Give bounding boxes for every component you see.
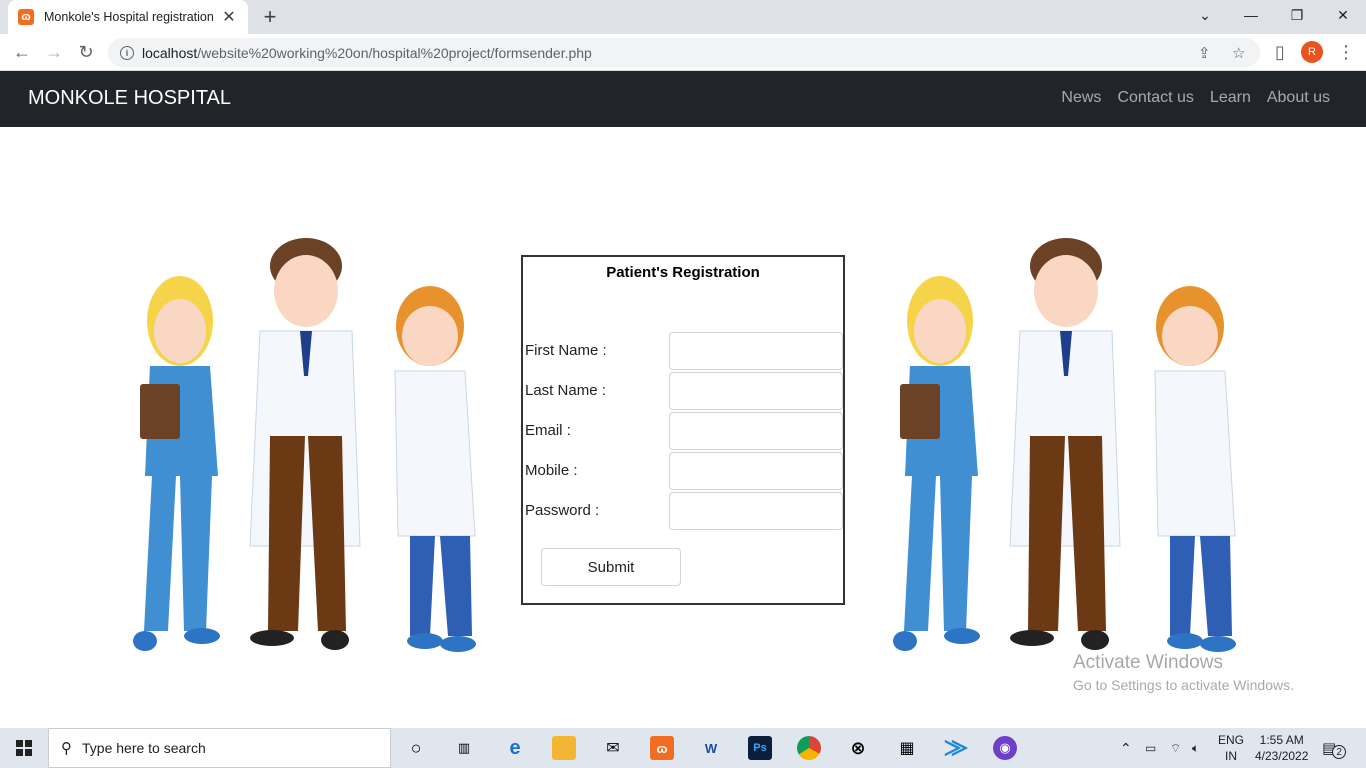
reload-icon[interactable]: ↻ [74, 40, 98, 64]
male-doctor-figure [249, 238, 361, 650]
task-view-icon[interactable]: ▥ [452, 736, 476, 760]
nav-link-about[interactable]: About us [1267, 89, 1330, 107]
email-row: Email : [525, 412, 843, 450]
url-host: localhost [142, 44, 198, 61]
window-close-icon[interactable]: ✕ [1320, 0, 1366, 30]
profile-avatar[interactable]: R [1301, 41, 1323, 63]
first-name-row: First Name : [525, 332, 843, 370]
notification-count: 2 [1332, 745, 1347, 759]
restore-icon[interactable]: ❐ [1274, 0, 1320, 30]
mail-icon[interactable]: ✉ [601, 736, 625, 760]
chrome-icon[interactable] [797, 736, 821, 760]
language-indicator[interactable]: ENG IN [1218, 728, 1244, 768]
watermark-subtitle: Go to Settings to activate Windows. [1073, 677, 1294, 693]
tab-search-chevron-icon[interactable]: ⌄ [1182, 0, 1228, 30]
nurse-figure [893, 276, 980, 651]
side-panel-icon[interactable]: ▯ [1268, 40, 1292, 64]
browser-toolbar: ← → ↻ i localhost/website%20working%20on… [0, 34, 1366, 71]
activate-windows-watermark: Activate Windows Go to Settings to activ… [1073, 652, 1294, 693]
menu-kebab-icon[interactable]: ⋮ [1334, 40, 1358, 64]
tab-close-icon[interactable]: ✕ [220, 7, 238, 27]
volume-icon[interactable]: 🔈︎ [1192, 728, 1199, 768]
battery-icon[interactable]: ▭ [1145, 728, 1156, 768]
search-icon: ⚲ [61, 740, 72, 757]
address-bar[interactable]: i localhost/website%20working%20on/hospi… [108, 38, 1260, 67]
first-name-input[interactable] [669, 332, 843, 370]
last-name-input[interactable] [669, 372, 843, 410]
search-placeholder: Type here to search [82, 740, 206, 756]
url-path: /website%20working%20on/hospital%20proje… [197, 44, 592, 61]
photoshop-icon[interactable]: Ps [748, 736, 772, 760]
bookmark-star-icon[interactable]: ☆ [1232, 38, 1245, 67]
mobile-row: Mobile : [525, 452, 843, 490]
forward-arrow-icon[interactable]: → [42, 40, 66, 64]
submit-button[interactable]: Submit [541, 548, 681, 586]
file-explorer-icon[interactable] [552, 736, 576, 760]
word-icon[interactable]: W [699, 736, 723, 760]
mobile-label: Mobile : [525, 462, 578, 479]
tray-chevron-up-icon[interactable]: ⌃ [1120, 728, 1132, 768]
email-input[interactable] [669, 412, 843, 450]
last-name-row: Last Name : [525, 372, 843, 410]
female-doctor-figure [394, 286, 476, 652]
watermark-title: Activate Windows [1073, 652, 1223, 673]
language-text: ENG [1218, 733, 1245, 747]
xampp-favicon-icon: ɷ [18, 9, 34, 25]
email-label: Email : [525, 422, 571, 439]
first-name-label: First Name : [525, 342, 607, 359]
minimize-icon[interactable]: — [1228, 0, 1274, 30]
clock[interactable]: 1:55 AM 4/23/2022 [1255, 728, 1308, 768]
browser-tabstrip: ɷ Monkole's Hospital registration ✕ + ⌄ … [0, 0, 1366, 34]
share-icon[interactable]: ⇪ [1198, 38, 1211, 67]
password-input[interactable] [669, 492, 843, 530]
nav-link-learn[interactable]: Learn [1210, 89, 1251, 107]
back-arrow-icon[interactable]: ← [10, 40, 34, 64]
xampp-icon[interactable]: ɷ [650, 736, 674, 760]
mobile-input[interactable] [669, 452, 843, 490]
region-text: IN [1225, 749, 1237, 763]
start-windows-icon[interactable] [0, 728, 48, 768]
new-tab-button[interactable]: + [258, 4, 282, 30]
cortana-icon[interactable]: ○ [404, 736, 428, 760]
clock-date: 4/23/2022 [1255, 749, 1309, 763]
female-doctor-figure [1154, 286, 1236, 652]
nav-links: News Contact us Learn About us [1061, 89, 1330, 107]
windows-taskbar: ⚲ Type here to search ○ ▥ e ✉ ɷ W Ps ⊗ ▦… [0, 728, 1366, 768]
xbox-icon[interactable]: ⊗ [846, 736, 870, 760]
password-row: Password : [525, 492, 843, 530]
browser-tab[interactable]: ɷ Monkole's Hospital registration ✕ [8, 0, 248, 34]
tab-title: Monkole's Hospital registration [44, 10, 214, 24]
site-info-icon[interactable]: i [120, 45, 134, 60]
notification-center-icon[interactable]: ▤ 2 [1322, 728, 1347, 768]
edge-icon[interactable]: e [503, 736, 527, 760]
nav-link-contact[interactable]: Contact us [1117, 89, 1193, 107]
last-name-label: Last Name : [525, 382, 606, 399]
taskbar-search-box[interactable]: ⚲ Type here to search [48, 728, 391, 768]
clock-time: 1:55 AM [1259, 733, 1304, 747]
male-doctor-figure [1009, 238, 1121, 650]
site-navbar: MONKOLE HOSPITAL News Contact us Learn A… [0, 71, 1366, 127]
vscode-icon[interactable]: ⨠ [944, 736, 968, 760]
medical-staff-illustration-right [893, 238, 1236, 652]
nav-link-news[interactable]: News [1061, 89, 1101, 107]
github-desktop-icon[interactable]: ◉ [993, 736, 1017, 760]
wifi-icon[interactable]: ⌔ [1170, 728, 1181, 768]
nurse-figure [133, 276, 220, 651]
form-title: Patient's Registration [606, 264, 760, 281]
site-brand[interactable]: MONKOLE HOSPITAL [28, 87, 231, 110]
registration-form: Patient's Registration First Name : Last… [521, 255, 845, 605]
medical-staff-illustration-left [133, 238, 476, 652]
microsoft-store-icon[interactable]: ▦ [895, 736, 919, 760]
password-label: Password : [525, 502, 600, 519]
